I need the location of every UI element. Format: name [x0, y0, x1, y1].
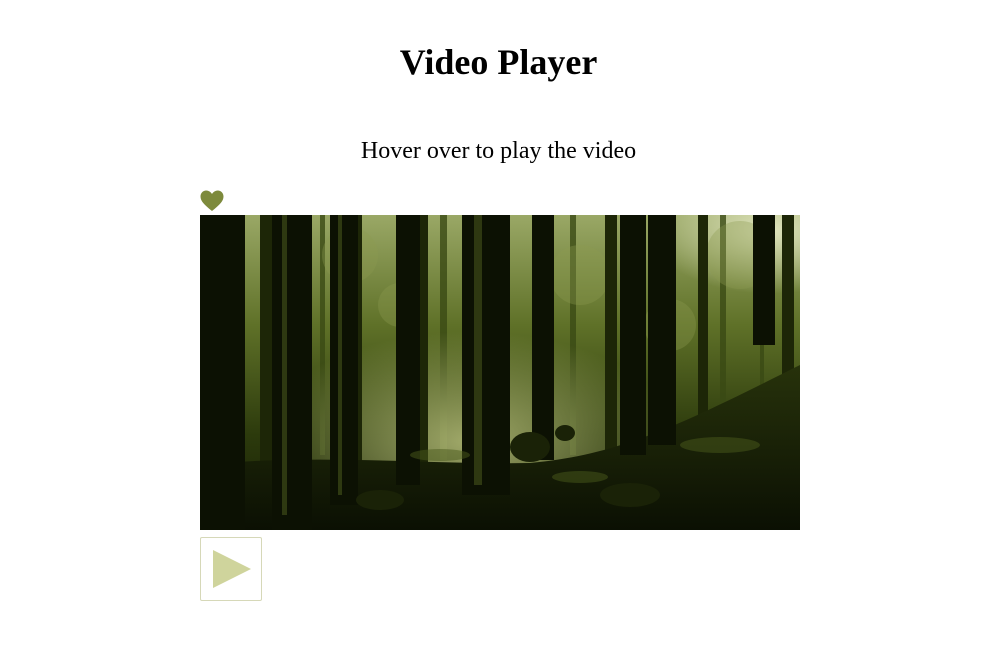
video-player[interactable] — [200, 215, 800, 530]
play-button[interactable] — [200, 537, 262, 601]
play-icon — [213, 550, 251, 588]
heart-icon[interactable] — [199, 189, 225, 213]
video-frame-forest-scene — [200, 215, 800, 530]
page-title: Video Player — [399, 42, 598, 82]
hover-hint: Hover over to play the video — [360, 138, 637, 164]
